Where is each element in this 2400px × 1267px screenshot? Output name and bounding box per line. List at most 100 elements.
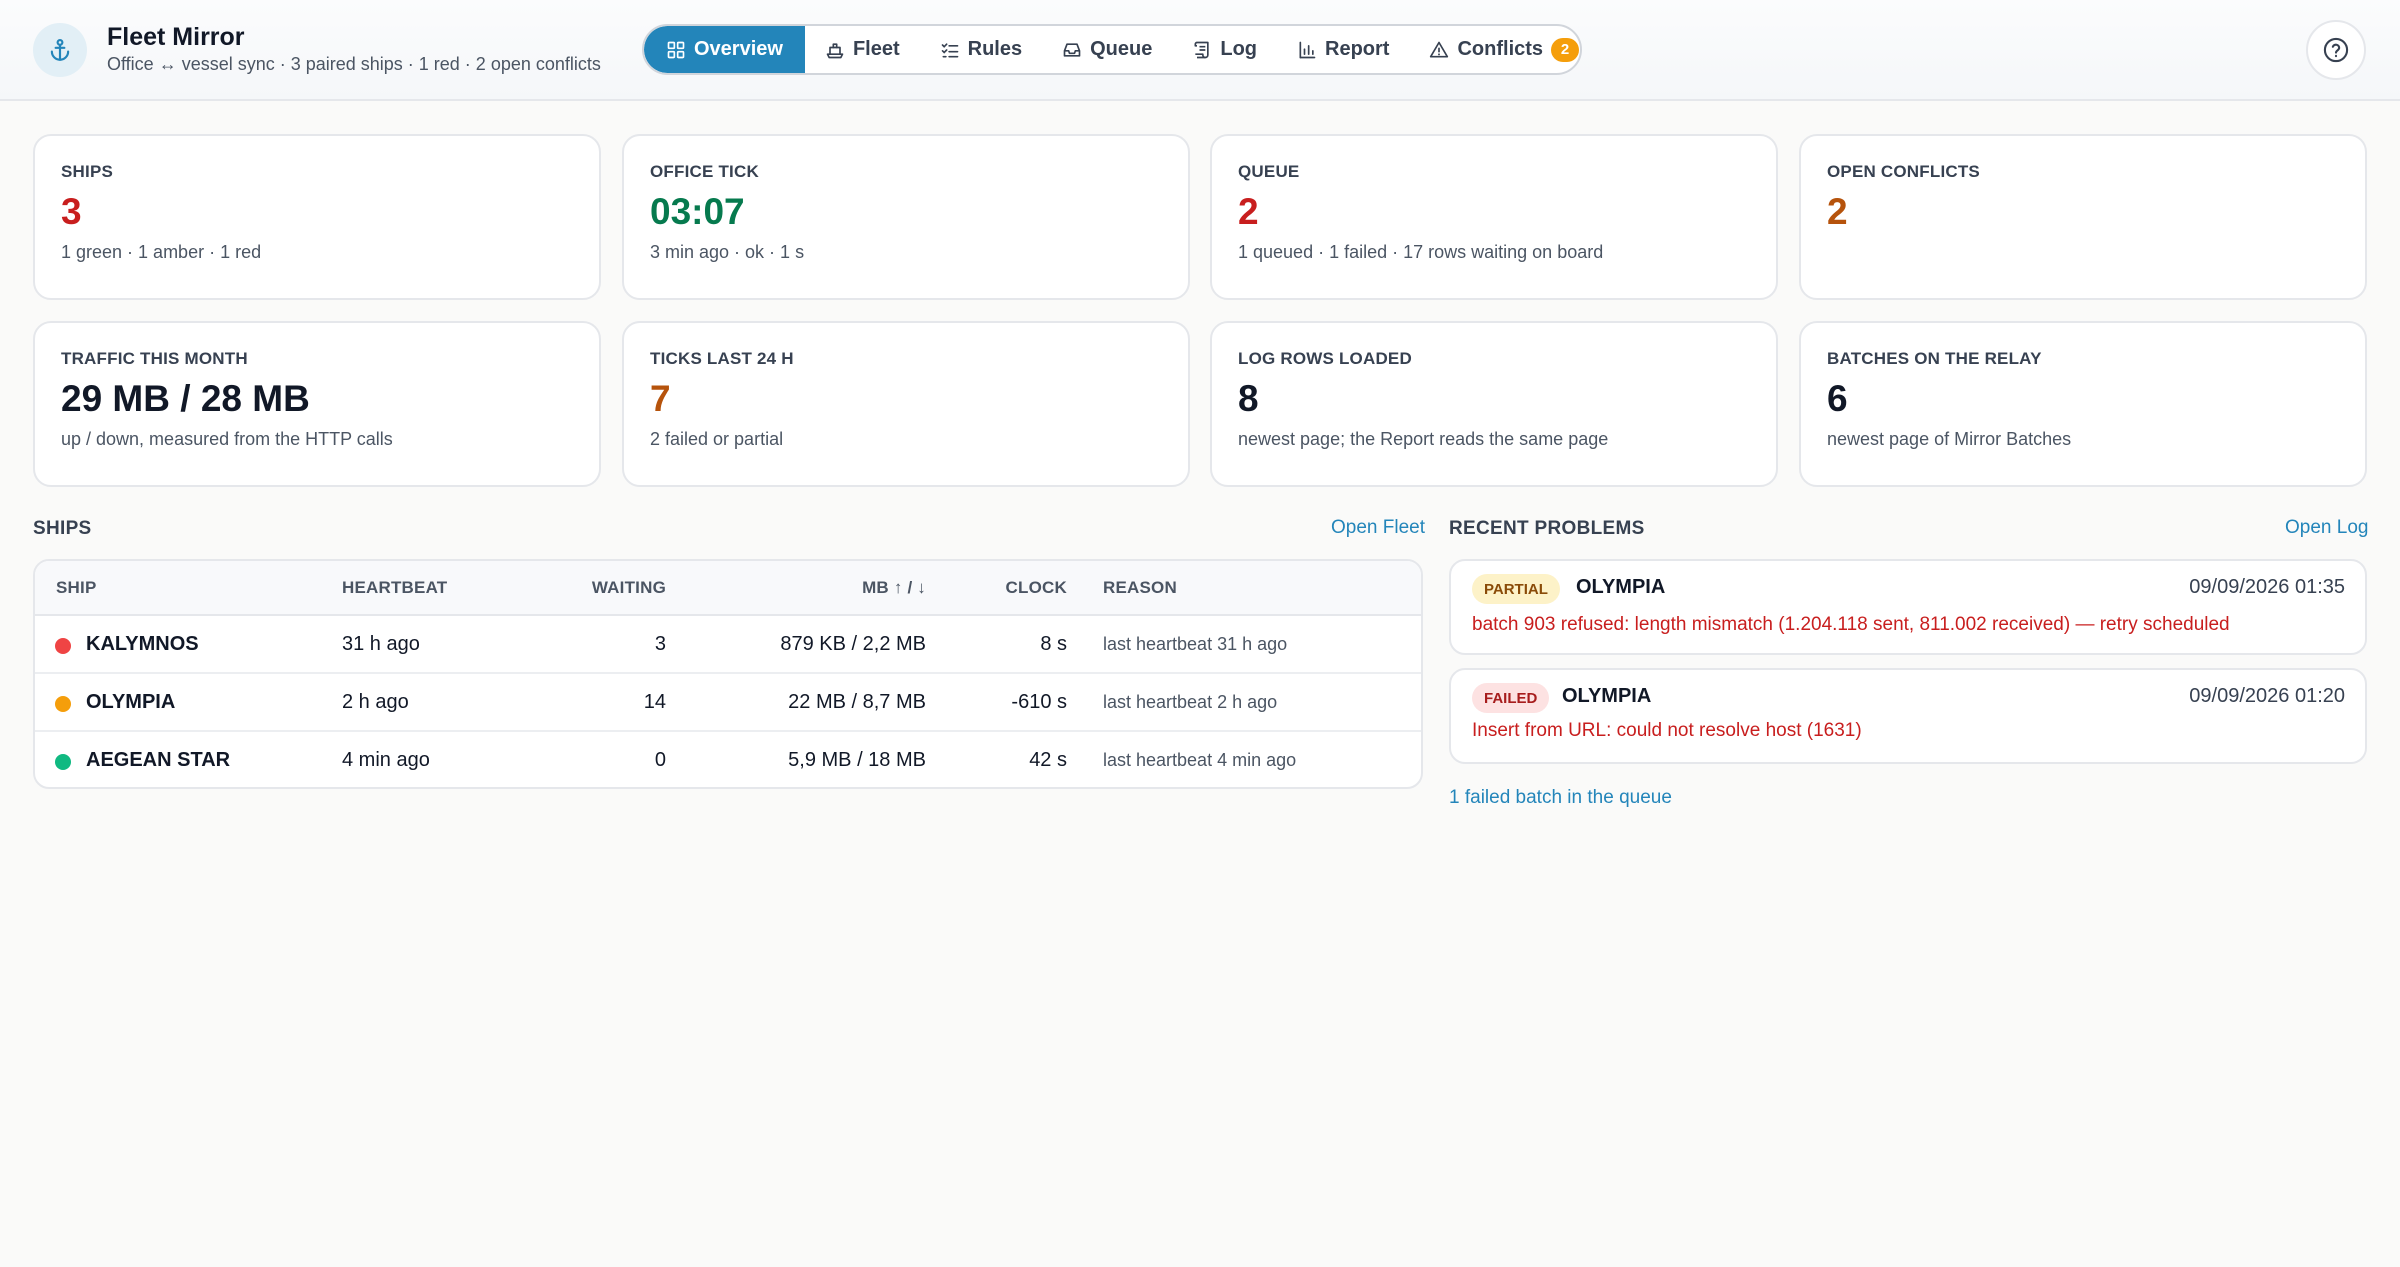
stat-value: 3 [61,191,82,232]
problem-time: 09/09/2026 01:35 [2189,576,2345,598]
tab-log[interactable]: Log [1172,26,1277,73]
problem-ship: OLYMPIA [1562,685,1652,707]
stat-card-open-conflicts: OPEN CONFLICTS 2 [1799,134,2367,300]
status-dot-green [55,754,71,770]
stat-label: OPEN CONFLICTS [1827,162,1980,181]
tab-label: Rules [967,38,1023,60]
stat-card-ships: SHIPS 3 1 green · 1 amber · 1 red [33,134,601,300]
help-button[interactable] [2306,20,2366,80]
stat-card-batches: BATCHES ON THE RELAY 6 newest page of Mi… [1799,321,2367,487]
column-header-heartbeat[interactable]: HEARTBEAT [342,578,447,598]
status-dot-amber [55,696,71,712]
stat-card-office-tick: OFFICE TICK 03:07 3 min ago · ok · 1 s [622,134,1190,300]
heartbeat-cell: 2 h ago [342,691,409,713]
column-header-ship[interactable]: SHIP [56,578,96,598]
app-title: Fleet Mirror [107,23,245,51]
stat-note: up / down, measured from the HTTP calls [61,429,393,449]
stat-value: 8 [1238,378,1259,419]
status-dot-red [55,638,71,654]
stat-label: TICKS LAST 24 H [650,349,794,368]
stat-value: 03:07 [650,191,745,232]
stat-note: newest page; the Report reads the same p… [1238,429,1609,449]
problems-section-title: RECENT PROBLEMS [1449,518,1645,539]
stat-value: 2 [1238,191,1259,232]
open-log-link[interactable]: Open Log [2285,517,2368,539]
waiting-cell: 14 [643,691,666,713]
anchor-icon [33,23,87,77]
tab-report[interactable]: Report [1277,26,1409,73]
clock-cell: 42 s [1029,749,1067,771]
problem-ship: OLYMPIA [1576,576,1666,598]
table-row[interactable]: AEGEAN STAR 4 min ago 0 5,9 MB / 18 MB 4… [35,732,1421,787]
tab-rules[interactable]: Rules [920,26,1042,73]
tab-fleet[interactable]: Fleet [805,26,920,73]
ships-section-title: SHIPS [33,518,92,539]
checklist-icon [941,42,958,58]
tab-conflicts[interactable]: Conflicts 2 [1409,26,1580,73]
ship-name: AEGEAN STAR [86,749,231,771]
stat-value: 6 [1827,378,1848,419]
clock-cell: 8 s [1040,633,1067,655]
waiting-cell: 0 [654,749,666,771]
main-tabs: Overview Fleet Rules Queue Log Report Co… [642,24,1582,75]
reason-cell: last heartbeat 2 h ago [1103,692,1278,712]
ship-icon [826,42,844,58]
stat-card-log-rows: LOG ROWS LOADED 8 newest page; the Repor… [1210,321,1778,487]
mb-cell: 22 MB / 8,7 MB [788,691,926,713]
stat-label: LOG ROWS LOADED [1238,349,1412,368]
conflicts-count-badge: 2 [1551,37,1580,62]
tab-label: Report [1325,38,1390,60]
stat-value: 7 [650,378,671,419]
problem-message: Insert from URL: could not resolve host … [1472,720,1862,741]
ships-table-header: SHIP HEARTBEAT WAITING MB ↑ / ↓ CLOCK RE… [35,561,1421,616]
failed-batch-queue-link[interactable]: 1 failed batch in the queue [1449,787,1672,809]
stat-label: OFFICE TICK [650,162,759,181]
warning-icon [1430,41,1449,58]
column-header-clock[interactable]: CLOCK [1006,578,1067,598]
table-row[interactable]: OLYMPIA 2 h ago 14 22 MB / 8,7 MB -610 s… [35,674,1421,732]
reason-cell: last heartbeat 31 h ago [1103,634,1288,654]
clock-cell: -610 s [1011,691,1067,713]
heartbeat-cell: 4 min ago [342,749,430,771]
mb-cell: 879 KB / 2,2 MB [780,633,926,655]
column-header-reason[interactable]: REASON [1103,578,1177,598]
stat-card-ticks: TICKS LAST 24 H 7 2 failed or partial [622,321,1190,487]
column-header-waiting[interactable]: WAITING [592,578,666,598]
help-icon [2323,37,2349,63]
problem-item[interactable]: PARTIAL OLYMPIA 09/09/2026 01:35 batch 9… [1449,559,2367,655]
stat-card-queue: QUEUE 2 1 queued · 1 failed · 17 rows wa… [1210,134,1778,300]
status-badge-failed: FAILED [1472,683,1550,713]
tab-label: Fleet [852,38,900,60]
stat-note: 1 green · 1 amber · 1 red [61,242,262,262]
stat-value: 29 MB / 28 MB [61,378,310,419]
stat-card-traffic: TRAFFIC THIS MONTH 29 MB / 28 MB up / do… [33,321,601,487]
tab-overview[interactable]: Overview [644,26,805,73]
stat-note: 2 failed or partial [650,429,784,449]
open-fleet-link[interactable]: Open Fleet [1331,517,1425,539]
stat-note: newest page of Mirror Batches [1827,429,2072,449]
stat-label: BATCHES ON THE RELAY [1827,349,2042,368]
inbox-icon [1063,42,1081,57]
stat-label: QUEUE [1238,162,1300,181]
tab-label: Conflicts [1457,38,1544,60]
table-row[interactable]: KALYMNOS 31 h ago 3 879 KB / 2,2 MB 8 s … [35,616,1421,674]
grid-icon [667,41,685,58]
ship-name: KALYMNOS [86,633,199,655]
stat-label: SHIPS [61,162,114,181]
problem-time: 09/09/2026 01:20 [2189,685,2345,707]
app-subtitle: Office ↔ vessel sync · 3 paired ships · … [107,54,601,74]
column-header-mb[interactable]: MB ↑ / ↓ [862,578,926,598]
tab-label: Log [1220,38,1258,60]
tab-queue[interactable]: Queue [1042,26,1172,73]
app-header: Fleet Mirror Office ↔ vessel sync · 3 pa… [0,0,2400,101]
waiting-cell: 3 [654,633,666,655]
mb-cell: 5,9 MB / 18 MB [788,749,926,771]
stat-note: 1 queued · 1 failed · 17 rows waiting on… [1238,242,1604,262]
ships-table: SHIP HEARTBEAT WAITING MB ↑ / ↓ CLOCK RE… [33,559,1423,789]
problem-item[interactable]: FAILED OLYMPIA 09/09/2026 01:20 Insert f… [1449,668,2367,764]
ship-name: OLYMPIA [86,691,176,713]
problem-message: batch 903 refused: length mismatch (1.20… [1472,614,2230,635]
stat-label: TRAFFIC THIS MONTH [61,349,248,368]
stat-value: 2 [1827,191,1848,232]
tab-label: Queue [1090,38,1153,60]
